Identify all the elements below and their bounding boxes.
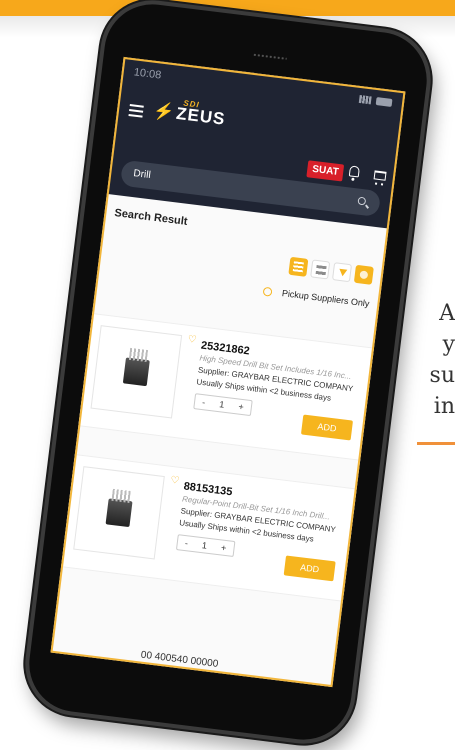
side-text: A y su in xyxy=(430,298,455,422)
filter-icon[interactable] xyxy=(331,262,353,283)
product-image[interactable] xyxy=(90,325,183,419)
results-title: Search Result xyxy=(113,207,189,228)
phone-body: 10:08 ⚡ZEUS SDI SUAT Drill Search Result… xyxy=(19,0,437,750)
user-badge[interactable]: SUAT xyxy=(306,160,345,182)
phone-screen: 10:08 ⚡ZEUS SDI SUAT Drill Search Result… xyxy=(50,56,406,688)
bolt-icon: ⚡ xyxy=(152,101,177,123)
settings-icon[interactable] xyxy=(353,264,374,285)
qty-value[interactable]: 1 xyxy=(219,399,225,410)
qty-minus-button[interactable]: - xyxy=(184,538,188,548)
qty-plus-button[interactable]: + xyxy=(221,543,227,554)
favorite-icon[interactable]: ♡ xyxy=(187,334,197,346)
next-product-id: 00 400540 00000 xyxy=(140,649,219,670)
side-divider xyxy=(417,442,455,445)
list-view-icon[interactable] xyxy=(288,256,309,277)
quantity-stepper[interactable]: - 1 + xyxy=(193,393,253,417)
side-text-line: in xyxy=(433,394,455,419)
cart-icon[interactable] xyxy=(373,170,387,181)
bell-icon[interactable] xyxy=(348,165,361,178)
favorite-icon[interactable]: ♡ xyxy=(170,475,180,487)
battery-icon xyxy=(375,97,393,107)
pickup-filter[interactable]: Pickup Suppliers Only xyxy=(262,286,370,309)
menu-icon[interactable] xyxy=(128,104,144,118)
quantity-stepper[interactable]: - 1 + xyxy=(175,534,236,558)
pickup-radio[interactable] xyxy=(262,286,273,297)
search-value: Drill xyxy=(132,168,152,182)
side-text-line: y xyxy=(442,332,455,357)
status-time: 10:08 xyxy=(133,66,162,82)
app-header: 10:08 ⚡ZEUS SDI SUAT Drill xyxy=(106,56,406,229)
add-button[interactable]: ADD xyxy=(300,414,354,441)
add-button[interactable]: ADD xyxy=(283,555,336,582)
side-text-line: A xyxy=(439,301,455,326)
product-card: ♡ 25321862 High Speed Drill Bit Set Incl… xyxy=(78,313,375,461)
product-card: ♡ 88153135 Regular-Point Drill-Bit Set 1… xyxy=(60,453,357,602)
logo-super: SDI xyxy=(182,98,201,110)
search-icon[interactable] xyxy=(357,196,367,206)
drill-set-icon xyxy=(122,357,150,387)
qty-minus-button[interactable]: - xyxy=(202,397,206,407)
pickup-label: Pickup Suppliers Only xyxy=(281,288,370,309)
side-text-line: su xyxy=(429,363,455,388)
view-toolbar xyxy=(288,256,374,285)
product-image[interactable] xyxy=(73,466,165,560)
qty-value[interactable]: 1 xyxy=(201,540,207,551)
speaker-grille xyxy=(252,52,287,61)
drill-set-icon xyxy=(105,498,133,528)
status-icons xyxy=(358,94,393,107)
grid-view-icon[interactable] xyxy=(310,259,331,280)
app-logo[interactable]: ⚡ZEUS SDI xyxy=(152,98,226,130)
signal-icon xyxy=(358,94,372,105)
qty-plus-button[interactable]: + xyxy=(238,402,244,413)
